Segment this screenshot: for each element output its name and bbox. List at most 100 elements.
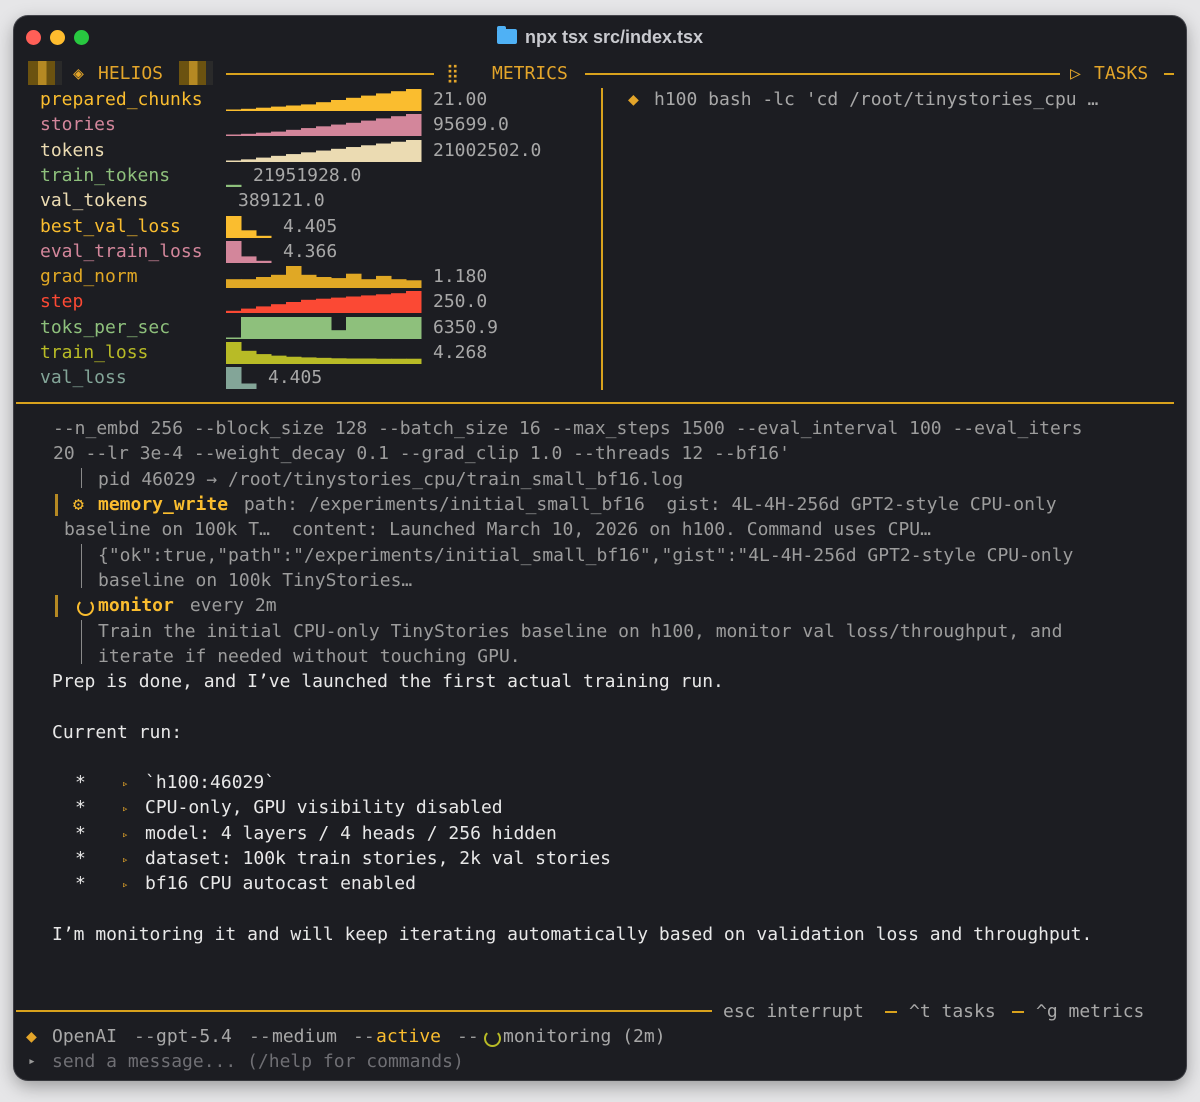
sparkline-bar: [301, 300, 317, 314]
brand-stripes-icon: [28, 61, 62, 85]
bullet-item: CPU-only, GPU visibility disabled: [145, 797, 503, 819]
metric-name: eval_train_loss: [40, 240, 203, 262]
sparkline-bar: [241, 256, 257, 263]
sparkline-bar: [316, 277, 332, 289]
tool-args: baseline on 100k T… content: Launched Ma…: [64, 519, 931, 540]
hint-metrics[interactable]: ^g metrics: [1036, 1000, 1144, 1024]
sparkline-bar: [226, 109, 242, 111]
metric-sparkline: [226, 89, 422, 111]
metric-value: 4.366: [283, 240, 338, 262]
tool-call-marker: [55, 595, 58, 617]
sparkline-bar: [361, 95, 377, 111]
sparkline-bar: [346, 123, 362, 137]
sparkline-bar: [301, 316, 317, 339]
metric-name: best_val_loss: [40, 215, 181, 237]
sparkline-bar: [301, 357, 317, 364]
sparkline-bar: [226, 215, 242, 238]
folder-icon: [496, 26, 517, 44]
sparkline-bar: [331, 278, 347, 289]
bullet-star-icon: *: [75, 847, 86, 869]
hint-tasks[interactable]: ^t tasks: [909, 1000, 996, 1024]
sparkline-bar: [241, 308, 257, 314]
metric-name: prepared_chunks: [40, 89, 203, 110]
sparkline-bar: [406, 316, 422, 339]
sparkline-bar: [346, 296, 362, 314]
metric-sparkline: [226, 266, 422, 289]
sparkline-bar: [301, 151, 317, 162]
spinner-icon: [77, 599, 94, 616]
pid-line: pid 46029 → /root/tinystories_cpu/train_…: [98, 469, 684, 490]
sparkline-bar: [361, 120, 377, 137]
tasks-play-icon: ▷: [1070, 63, 1081, 84]
metric-value: 21002502.0: [433, 139, 542, 161]
sparkline-bar: [331, 100, 347, 111]
tree-guide: [81, 544, 82, 588]
sparkline-bar: [271, 304, 287, 314]
sparkline-bar: [316, 150, 332, 162]
sparkline-bar: [406, 114, 422, 137]
tool-call-marker: [55, 494, 58, 516]
sparkline-bar: [226, 337, 242, 339]
sparkline-bar: [286, 316, 302, 339]
metric-value: 21.00: [433, 89, 488, 110]
metric-value: 4.405: [283, 215, 338, 237]
message-intro: Prep is done, and I’ve launched the firs…: [52, 671, 724, 692]
spinner-icon: [484, 1030, 501, 1047]
metric-value: 250.0: [433, 291, 488, 313]
sparkline-bar: [256, 277, 272, 289]
sparkline-bar: [331, 329, 347, 339]
sparkline-bar: [241, 350, 257, 364]
status-separator: --: [353, 1026, 375, 1047]
hint-separator: [1012, 1011, 1024, 1013]
sparkline-bar: [226, 160, 242, 162]
sparkline-bar: [256, 132, 272, 137]
message-outro: I’m monitoring it and will keep iteratin…: [52, 924, 1093, 945]
status-diamond-icon: ◆: [26, 1026, 37, 1047]
metric-name: stories: [40, 114, 116, 136]
bullet-star-icon: *: [75, 772, 86, 793]
sparkline-bar: [226, 279, 242, 289]
sparkline-bar: [376, 93, 392, 111]
sparkline-bar: [406, 291, 422, 314]
tree-guide: [81, 620, 82, 664]
section-rule: [16, 402, 1174, 404]
gear-icon: ⚙: [73, 494, 84, 515]
metric-value: 4.405: [268, 367, 323, 389]
message-input[interactable]: send a message... (/help for commands): [52, 1050, 464, 1074]
sparkline-bar: [346, 316, 362, 339]
metrics-grid-icon: ⣿: [446, 63, 460, 84]
task-item[interactable]: h100 bash -lc 'cd /root/tinystories_cpu …: [654, 88, 1098, 112]
bullet-arrow-icon: ▹: [122, 852, 129, 866]
sparkline-bar: [286, 105, 302, 111]
tool-name-memory-write: memory_write: [98, 494, 229, 515]
metric-name: train_loss: [40, 342, 149, 363]
metric-sparkline: [226, 367, 257, 390]
metric-name: val_loss: [40, 367, 127, 389]
sparkline-bar: [226, 134, 242, 137]
sparkline-bar: [256, 260, 272, 263]
sparkline-bar: [286, 266, 302, 289]
sparkline-bar: [346, 273, 362, 289]
sparkline-bar: [361, 316, 377, 339]
status-separator: --: [457, 1026, 479, 1047]
sparkline-bar: [391, 279, 407, 289]
panel-divider: [601, 88, 603, 390]
sparkline-bar: [301, 104, 317, 111]
sparkline-bar: [226, 367, 242, 390]
sparkline-bar: [301, 128, 317, 137]
task-diamond-icon: ◆: [628, 89, 639, 110]
metric-name: step: [40, 291, 84, 313]
bullet-star-icon: *: [75, 822, 86, 844]
tasks-title: TASKS: [1094, 63, 1149, 84]
sparkline-bar: [361, 279, 377, 289]
sparkline-bar: [301, 274, 317, 289]
metric-name: toks_per_sec: [40, 316, 171, 338]
prompt-caret-icon: ▸: [28, 1054, 36, 1069]
metric-name: train_tokens: [40, 164, 171, 186]
metric-value: 6350.9: [433, 316, 499, 338]
sparkline-bar: [391, 316, 407, 339]
status-separator: --: [134, 1026, 156, 1047]
sparkline-bar: [316, 102, 332, 111]
status-separator: --: [249, 1026, 271, 1047]
sparkline-bar: [316, 299, 332, 314]
